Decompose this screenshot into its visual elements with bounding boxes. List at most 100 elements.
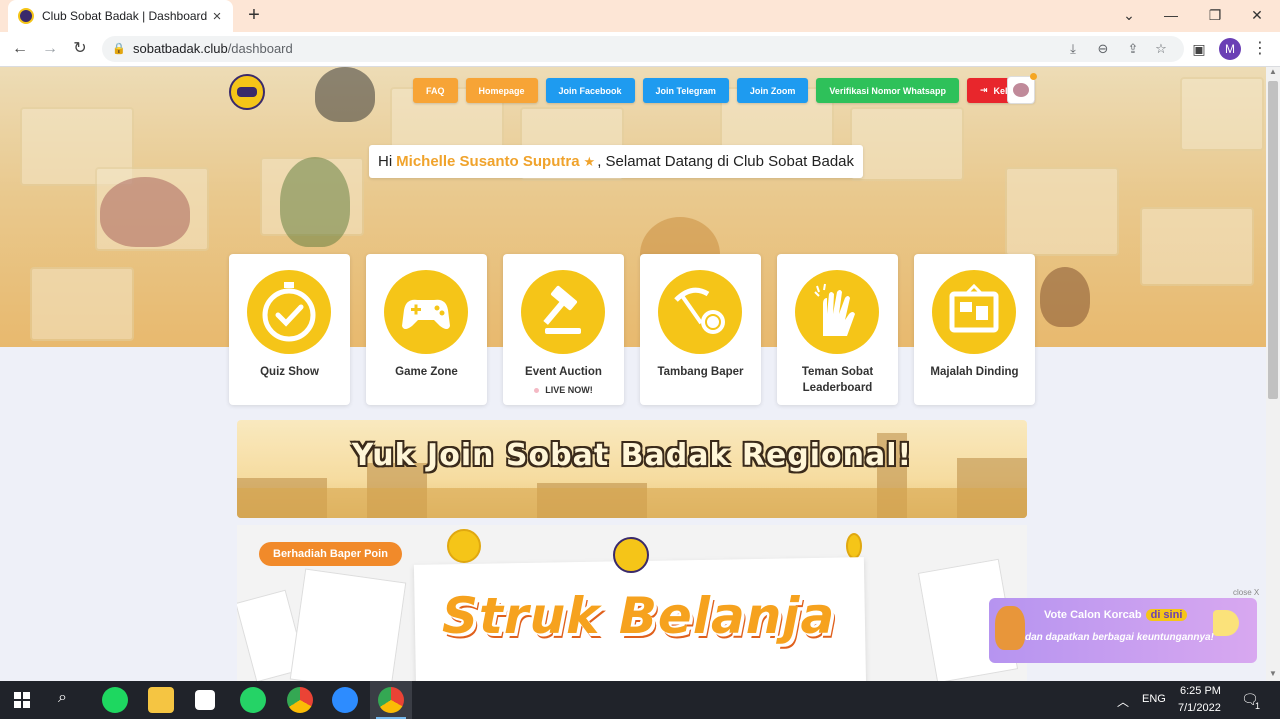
promo-line2: dan dapatkan berbagai keuntungannya! bbox=[1025, 632, 1214, 643]
live-now-badge: LIVE NOW! bbox=[503, 385, 624, 395]
live-now-text: LIVE NOW! bbox=[545, 385, 593, 395]
scrollbar-thumb[interactable] bbox=[1268, 81, 1278, 399]
hero-video-tile bbox=[1005, 167, 1119, 256]
reward-ribbon: Berhadiah Baper Poin bbox=[259, 542, 402, 566]
side-panel-icon[interactable]: ▣ bbox=[1188, 38, 1210, 60]
nav-pill-label: Join Telegram bbox=[655, 85, 716, 96]
struk-belanja-banner[interactable]: Berhadiah Baper Poin Struk Belanja bbox=[237, 525, 1027, 681]
menu-card-event-auction[interactable]: Event Auction LIVE NOW! bbox=[503, 254, 624, 405]
search-icon[interactable]: ⌕ bbox=[58, 689, 67, 707]
hero-video-tile bbox=[850, 107, 964, 181]
back-arrow-icon[interactable]: ← bbox=[9, 38, 31, 60]
minimize-button[interactable]: — bbox=[1148, 0, 1194, 32]
spotify-icon[interactable] bbox=[102, 687, 128, 713]
menu-dots-icon[interactable]: ⋮ bbox=[1249, 38, 1271, 60]
tab-search-chevron-icon[interactable]: ⌄ bbox=[1106, 0, 1152, 32]
active-chrome-window[interactable] bbox=[370, 681, 412, 719]
chrome-profile-icon bbox=[378, 687, 404, 713]
url-text: sobatbadak.club/dashboard bbox=[133, 36, 293, 62]
promo-highlight: di sini bbox=[1145, 609, 1188, 621]
page-scrollbar[interactable]: ▲ ▼ bbox=[1266, 67, 1280, 681]
site-favicon-icon bbox=[18, 8, 34, 24]
user-avatar[interactable] bbox=[1007, 76, 1035, 104]
hero-video-tile bbox=[30, 267, 134, 341]
live-dot-icon bbox=[534, 388, 540, 394]
promo-line1-text: Vote Calon Korcab bbox=[1044, 609, 1142, 621]
menu-card-game-zone[interactable]: Game Zone bbox=[366, 254, 487, 405]
menu-card-leaderboard[interactable]: Teman Sobat Leaderboard bbox=[777, 254, 898, 405]
high-five-icon bbox=[795, 270, 879, 354]
tray-chevron-icon[interactable]: ︿ bbox=[1117, 693, 1129, 710]
gamepad-icon bbox=[384, 270, 468, 354]
close-window-button[interactable]: ✕ bbox=[1234, 0, 1280, 32]
nav-pill-faq[interactable]: FAQ bbox=[413, 78, 458, 103]
nav-pill-join-zoom[interactable]: Join Zoom bbox=[736, 78, 809, 103]
tab-title: Club Sobat Badak | Dashboard bbox=[42, 9, 207, 23]
maximize-button[interactable]: ❐ bbox=[1192, 0, 1238, 32]
regional-banner[interactable]: Yuk Join Sobat Badak Regional! bbox=[237, 420, 1027, 518]
menu-card-label: Quiz Show bbox=[260, 366, 319, 378]
vote-korcab-promo[interactable]: Vote Calon Korcab di sini dan dapatkan be… bbox=[989, 598, 1257, 663]
nav-pill-join-telegram[interactable]: Join Telegram bbox=[642, 78, 729, 103]
sticky-notes-icon[interactable] bbox=[195, 690, 215, 710]
hero-video-tile bbox=[1140, 207, 1254, 286]
nav-pill-join-facebook[interactable]: Join Facebook bbox=[545, 78, 635, 103]
menu-card-quiz-show[interactable]: Quiz Show bbox=[229, 254, 350, 405]
scroll-up-icon[interactable]: ▲ bbox=[1266, 67, 1280, 79]
welcome-banner: Hi Michelle Susanto Suputra ★ , Selamat … bbox=[369, 145, 864, 178]
menu-card-label: Tambang Baper bbox=[657, 366, 744, 378]
whatsapp-icon[interactable] bbox=[240, 687, 266, 713]
hero-background bbox=[0, 67, 1266, 347]
club-logo[interactable] bbox=[229, 74, 265, 110]
nav-pill-label: Join Zoom bbox=[749, 85, 796, 96]
struk-belanja-title: Struk Belanja bbox=[442, 587, 836, 645]
scroll-down-icon[interactable]: ▼ bbox=[1266, 669, 1280, 681]
nav-pill-label: Homepage bbox=[478, 85, 525, 96]
url-path: /dashboard bbox=[227, 41, 293, 56]
promo-line1: Vote Calon Korcab di sini bbox=[1044, 609, 1188, 621]
menu-card-label: Majalah Dinding bbox=[930, 366, 1019, 378]
file-explorer-icon[interactable] bbox=[148, 687, 174, 713]
nav-pill-homepage[interactable]: Homepage bbox=[465, 78, 538, 103]
nav-pill-label: Join Facebook bbox=[558, 85, 622, 96]
hero-illustration bbox=[280, 157, 350, 247]
address-bar[interactable]: 🔒 sobatbadak.club/dashboard ⤓ ⊖ ⇪ ☆ bbox=[102, 36, 1184, 62]
clock-date[interactable]: 7/1/2022 bbox=[1178, 702, 1221, 714]
install-app-icon[interactable]: ⤓ bbox=[1062, 36, 1084, 62]
nav-pill-label: Verifikasi Nomor Whatsapp bbox=[829, 85, 946, 96]
chrome-icon[interactable] bbox=[287, 687, 313, 713]
clock-time[interactable]: 6:25 PM bbox=[1180, 685, 1221, 697]
new-tab-button[interactable]: + bbox=[243, 4, 265, 26]
browser-titlebar: Club Sobat Badak | Dashboard × + ⌄ — ❐ ✕ bbox=[0, 0, 1280, 32]
greeting-prefix: Hi bbox=[378, 153, 393, 170]
nav-pill-verifikasi-nomor-whatsapp[interactable]: Verifikasi Nomor Whatsapp bbox=[816, 78, 959, 103]
url-host: sobatbadak.club bbox=[133, 41, 228, 56]
menu-card-label: Game Zone bbox=[395, 366, 458, 378]
language-indicator[interactable]: ENG bbox=[1142, 693, 1166, 705]
profile-avatar[interactable]: M bbox=[1219, 38, 1241, 60]
header-nav: FAQ Homepage Join Facebook Join Telegram Joi… bbox=[413, 78, 1035, 103]
windows-taskbar: ⌕ ︿ ENG 6:25 PM 7/1/2022 🗨 1 bbox=[0, 681, 1280, 719]
hero-illustration bbox=[1040, 267, 1090, 327]
mascot-illustration bbox=[995, 606, 1025, 650]
lock-icon: 🔒 bbox=[112, 43, 126, 55]
forward-arrow-icon[interactable]: → bbox=[39, 38, 61, 60]
bulletin-board-icon bbox=[932, 270, 1016, 354]
share-icon[interactable]: ⇪ bbox=[1122, 36, 1144, 62]
windows-start-icon[interactable] bbox=[14, 692, 30, 708]
zoom-app-icon[interactable] bbox=[332, 687, 358, 713]
zoom-icon[interactable]: ⊖ bbox=[1092, 36, 1114, 62]
browser-tab[interactable]: Club Sobat Badak | Dashboard × bbox=[8, 0, 233, 32]
star-icon: ★ bbox=[583, 153, 596, 169]
megaphone-icon bbox=[1213, 610, 1239, 636]
notification-dot bbox=[1030, 73, 1037, 80]
menu-card-tambang-baper[interactable]: Tambang Baper bbox=[640, 254, 761, 405]
gavel-icon bbox=[521, 270, 605, 354]
promo-close-button[interactable]: close X bbox=[1233, 588, 1259, 597]
reload-icon[interactable]: ↻ bbox=[69, 38, 91, 60]
bookmark-star-icon[interactable]: ☆ bbox=[1150, 36, 1172, 62]
tab-close-icon[interactable]: × bbox=[207, 8, 227, 25]
menu-card-label: Teman Sobat Leaderboard bbox=[801, 366, 874, 394]
menu-card-majalah-dinding[interactable]: Majalah Dinding bbox=[914, 254, 1035, 405]
menu-card-label: Event Auction bbox=[525, 366, 602, 378]
